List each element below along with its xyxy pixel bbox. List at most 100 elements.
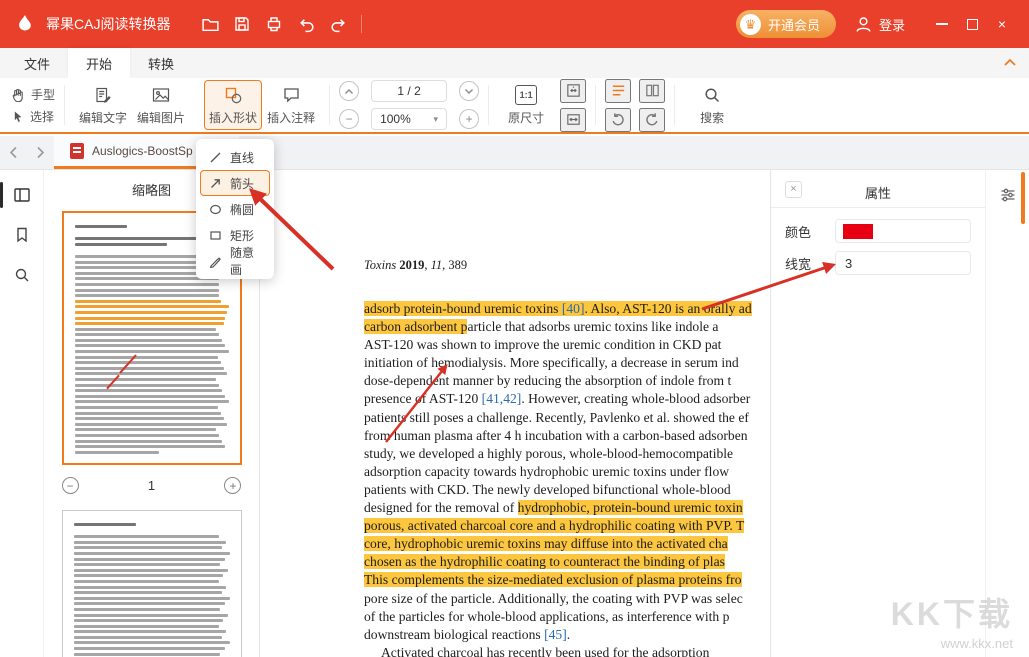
undo-button[interactable] bbox=[290, 9, 322, 39]
login-button[interactable]: 登录 bbox=[854, 15, 905, 34]
document-line: dose-dependent manner by reducing the ab… bbox=[364, 372, 752, 390]
tab-file[interactable]: 文件 bbox=[6, 48, 68, 78]
cursor-icon bbox=[10, 109, 24, 123]
line-width-input[interactable]: 3 bbox=[835, 251, 971, 275]
maximize-button[interactable] bbox=[957, 9, 987, 39]
color-picker-field[interactable] bbox=[835, 219, 971, 243]
document-line: porous, activated charcoal core and a hy… bbox=[364, 517, 752, 535]
left-icon-strip bbox=[0, 170, 44, 657]
ribbon-toolbar: 手型 选择 编辑文字 编辑图片 插入 bbox=[0, 78, 1029, 134]
properties-panel: × 属性 颜色 线宽 3 bbox=[770, 170, 985, 657]
thumbnail-panel-icon[interactable] bbox=[13, 186, 31, 204]
thumbnail-zoom-in-button[interactable]: + bbox=[224, 477, 241, 494]
edit-text-button[interactable]: 编辑文字 bbox=[74, 80, 132, 130]
hand-icon bbox=[10, 87, 25, 102]
minimize-icon bbox=[936, 23, 948, 25]
page-indicator[interactable]: 1 / 2 bbox=[371, 80, 447, 102]
original-size-button[interactable]: 1:1 原尺寸 bbox=[498, 80, 554, 130]
vip-label: 开通会员 bbox=[768, 15, 820, 34]
close-button[interactable]: × bbox=[987, 9, 1017, 39]
print-button[interactable] bbox=[258, 9, 290, 39]
app-logo-icon bbox=[12, 11, 38, 37]
redo-button[interactable] bbox=[322, 9, 354, 39]
line-icon bbox=[209, 151, 222, 164]
zoom-select[interactable]: 100% ▾ bbox=[371, 108, 447, 130]
tab-forward-button[interactable] bbox=[27, 136, 54, 169]
shape-menu-item-label: 椭圆 bbox=[230, 201, 254, 218]
original-size-icon: 1:1 bbox=[515, 85, 537, 105]
double-page-view-button[interactable] bbox=[639, 79, 665, 103]
document-line: presence of AST-120 [41,42]. However, cr… bbox=[364, 390, 752, 408]
maximize-icon bbox=[967, 19, 978, 30]
original-size-label: 原尺寸 bbox=[508, 109, 544, 126]
document-header: Toxins 2019, 11, 389 bbox=[364, 258, 467, 273]
shape-menu-item-1[interactable]: 箭头 bbox=[200, 170, 270, 196]
minimize-button[interactable] bbox=[927, 9, 957, 39]
edit-text-label: 编辑文字 bbox=[79, 109, 127, 126]
fit-width-button[interactable] bbox=[560, 108, 586, 132]
document-text: adsorb protein-bound uremic toxins [40].… bbox=[364, 300, 752, 657]
document-view[interactable]: Toxins 2019, 11, 389 adsorb protein-boun… bbox=[260, 170, 770, 657]
shape-menu-item-0[interactable]: 直线 bbox=[200, 144, 270, 170]
shape-menu-item-label: 箭头 bbox=[230, 175, 254, 192]
document-line: patients still poses a challenge. Recent… bbox=[364, 409, 752, 427]
page-search-icon[interactable] bbox=[13, 266, 31, 284]
bookmark-icon[interactable] bbox=[13, 226, 31, 244]
edit-image-icon bbox=[151, 84, 171, 106]
hand-tool-label: 手型 bbox=[31, 86, 55, 103]
single-page-view-button[interactable] bbox=[605, 79, 631, 103]
menu-tab-bar: 文件 开始 转换 bbox=[0, 48, 1029, 78]
shape-menu-item-4[interactable]: 随意画 bbox=[200, 248, 270, 274]
properties-panel-title: 属性 bbox=[771, 183, 985, 202]
edit-image-label: 编辑图片 bbox=[137, 109, 185, 126]
tab-convert[interactable]: 转换 bbox=[130, 48, 192, 78]
collapse-ribbon-button[interactable] bbox=[1003, 48, 1017, 78]
insert-shape-icon bbox=[224, 84, 243, 106]
select-tool-button[interactable]: 选择 bbox=[10, 108, 55, 125]
shape-menu: 直线箭头椭圆矩形随意画 bbox=[196, 139, 274, 279]
chevron-down-icon: ▾ bbox=[434, 114, 439, 125]
insert-note-button[interactable]: 插入注释 bbox=[262, 80, 320, 130]
insert-note-icon bbox=[282, 84, 301, 106]
previous-page-button[interactable] bbox=[339, 81, 359, 101]
zoom-out-button[interactable]: − bbox=[339, 109, 359, 129]
vip-button[interactable]: ♛ 开通会员 bbox=[736, 10, 836, 38]
document-line: carbon adsorbent particle that adsorbs u… bbox=[364, 318, 752, 336]
tune-settings-icon[interactable] bbox=[999, 186, 1017, 204]
page-thumbnail-2[interactable] bbox=[62, 510, 242, 657]
document-line: from human plasma after 4 h incubation w… bbox=[364, 427, 752, 445]
document-line: initiation of hemodialysis. More specifi… bbox=[364, 354, 752, 372]
open-file-button[interactable] bbox=[194, 9, 226, 39]
color-label: 颜色 bbox=[785, 222, 835, 241]
insert-shape-button[interactable]: 插入形状 bbox=[204, 80, 262, 130]
titlebar-separator bbox=[361, 15, 362, 33]
shape-menu-item-label: 矩形 bbox=[230, 227, 254, 244]
save-button[interactable] bbox=[226, 9, 258, 39]
search-button[interactable]: 搜索 bbox=[684, 80, 740, 130]
caj-file-icon bbox=[70, 143, 84, 159]
fit-page-button[interactable] bbox=[560, 79, 586, 103]
ribbon-separator bbox=[64, 85, 65, 125]
zoom-in-button[interactable]: + bbox=[459, 109, 479, 129]
rotate-left-button[interactable] bbox=[605, 108, 631, 132]
color-swatch bbox=[843, 224, 873, 239]
thumbnail-zoom-out-button[interactable]: − bbox=[62, 477, 79, 494]
scrollbar-thumb[interactable] bbox=[1021, 172, 1025, 224]
line-width-value: 3 bbox=[845, 256, 852, 271]
main-content: 缩略图 − 1 + Toxins 2019, 11, 389 adsorb pr… bbox=[0, 170, 1029, 657]
edit-text-icon bbox=[94, 84, 113, 106]
rotate-right-button[interactable] bbox=[639, 108, 665, 132]
freedraw-icon bbox=[209, 255, 222, 268]
tab-home[interactable]: 开始 bbox=[68, 48, 130, 78]
edit-image-button[interactable]: 编辑图片 bbox=[132, 80, 190, 130]
hand-tool-button[interactable]: 手型 bbox=[10, 86, 55, 103]
document-line: core, hydrophobic uremic toxins may diff… bbox=[364, 535, 752, 553]
document-line: pore size of the particle. Additionally,… bbox=[364, 590, 752, 608]
tab-back-button[interactable] bbox=[0, 136, 27, 169]
document-line: Activated charcoal has recently been use… bbox=[364, 644, 752, 657]
document-line: patients with CKD. The newly developed b… bbox=[364, 481, 752, 499]
next-page-button[interactable] bbox=[459, 81, 479, 101]
shape-menu-item-2[interactable]: 椭圆 bbox=[200, 196, 270, 222]
ribbon-separator bbox=[329, 85, 330, 125]
document-line: adsorb protein-bound uremic toxins [40].… bbox=[364, 300, 752, 318]
